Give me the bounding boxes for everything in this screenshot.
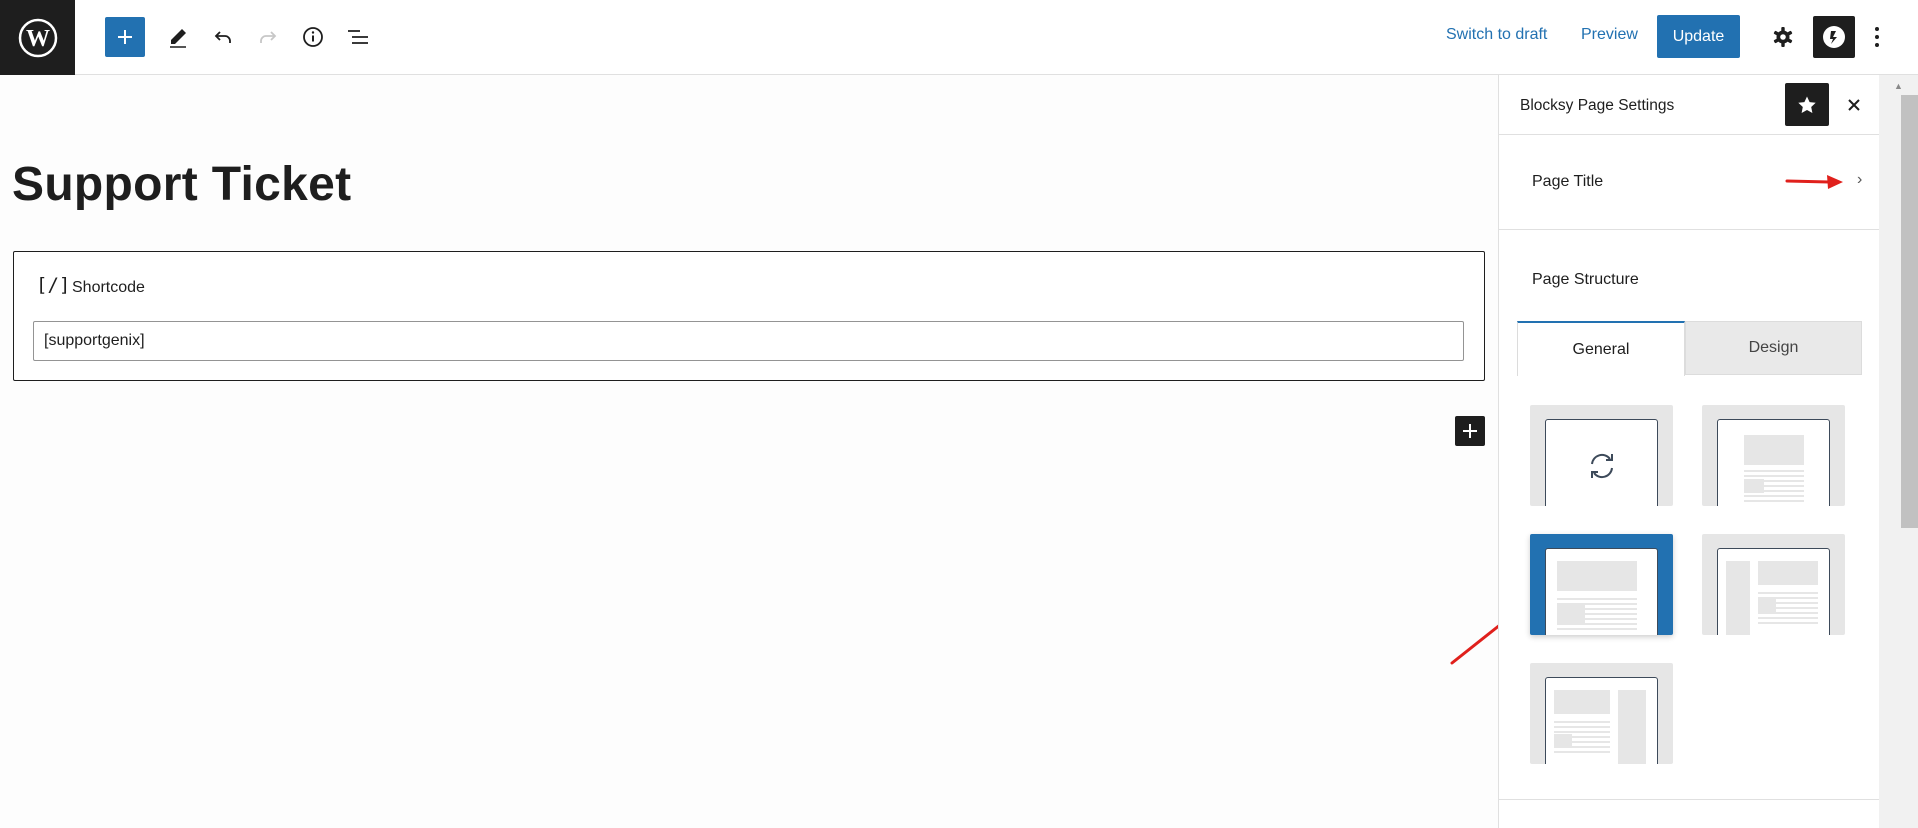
layout-option-no-sidebar[interactable]	[1702, 405, 1845, 506]
layout-option-normal-width[interactable]	[1530, 534, 1673, 635]
layout-option-right-sidebar[interactable]	[1530, 663, 1673, 764]
details-button[interactable]	[293, 16, 333, 58]
pencil-icon	[170, 29, 186, 48]
shortcode-block-label: Shortcode	[72, 279, 145, 296]
shortcode-icon: [/]	[36, 274, 71, 296]
top-toolbar: W Switch to draft Preview Update	[0, 0, 1918, 75]
settings-button[interactable]	[1763, 16, 1803, 58]
redo-icon	[260, 31, 277, 43]
settings-sidebar: Blocksy Page Settings Page Title › Page …	[1498, 75, 1880, 828]
sidebar-scrollbar[interactable]: ▲	[1879, 75, 1918, 828]
blocksy-settings-button[interactable]	[1813, 16, 1855, 58]
layout-right-sidebar-icon	[1554, 690, 1646, 764]
close-sidebar-button[interactable]	[1841, 92, 1867, 118]
editor-canvas[interactable]: Support Ticket [/] Shortcode [supportgen…	[0, 75, 1520, 828]
tab-design[interactable]: Design	[1685, 321, 1862, 375]
layout-no-sidebar-icon	[1744, 435, 1804, 502]
tools-button[interactable]	[158, 16, 198, 58]
switch-to-draft-button[interactable]: Switch to draft	[1446, 26, 1547, 44]
info-icon	[303, 27, 323, 47]
scroll-up-icon[interactable]: ▲	[1879, 81, 1918, 93]
annotation-arrow-icon	[1785, 175, 1843, 189]
more-vertical-icon	[1875, 27, 1879, 47]
plus-icon	[118, 30, 132, 44]
wordpress-logo-icon: W	[18, 18, 57, 57]
divider	[1499, 799, 1880, 800]
options-button[interactable]	[1862, 16, 1892, 58]
structure-tabs: General Design	[1517, 321, 1862, 376]
list-view-icon	[348, 30, 368, 44]
star-icon	[1798, 96, 1816, 113]
wordpress-logo-button[interactable]: W	[0, 0, 75, 75]
undo-button[interactable]	[203, 16, 243, 58]
sidebar-title: Blocksy Page Settings	[1520, 97, 1675, 114]
block-inserter-button[interactable]	[1455, 416, 1485, 446]
page-title[interactable]: Support Ticket	[12, 157, 351, 212]
list-view-button[interactable]	[338, 16, 378, 58]
blocksy-icon	[1823, 26, 1845, 48]
close-icon	[1848, 99, 1860, 111]
pin-star-button[interactable]	[1785, 83, 1829, 126]
svg-text:W: W	[26, 26, 50, 52]
page-title-row-label: Page Title	[1532, 173, 1604, 190]
redo-button[interactable]	[248, 16, 288, 58]
plus-icon	[1463, 424, 1477, 438]
sidebar-header: Blocksy Page Settings	[1499, 75, 1880, 135]
sync-icon	[1591, 453, 1613, 479]
undo-icon	[214, 31, 231, 43]
page-structure-label: Page Structure	[1532, 271, 1639, 288]
add-block-button[interactable]	[105, 17, 145, 57]
gear-icon	[1773, 27, 1793, 47]
layout-left-sidebar-icon	[1726, 561, 1818, 635]
tab-general[interactable]: General	[1517, 321, 1685, 376]
layout-option-inherit[interactable]	[1530, 405, 1673, 506]
shortcode-input[interactable]: [supportgenix]	[33, 321, 1464, 361]
layout-normal-width-icon	[1557, 561, 1637, 630]
layout-option-left-sidebar[interactable]	[1702, 534, 1845, 635]
chevron-right-icon: ›	[1857, 171, 1863, 188]
preview-button[interactable]: Preview	[1581, 26, 1638, 44]
scrollbar-thumb[interactable]	[1901, 95, 1918, 528]
page-title-panel-toggle[interactable]: Page Title ›	[1499, 135, 1880, 230]
update-button[interactable]: Update	[1657, 15, 1740, 58]
shortcode-block[interactable]: [/] Shortcode [supportgenix]	[13, 251, 1485, 381]
